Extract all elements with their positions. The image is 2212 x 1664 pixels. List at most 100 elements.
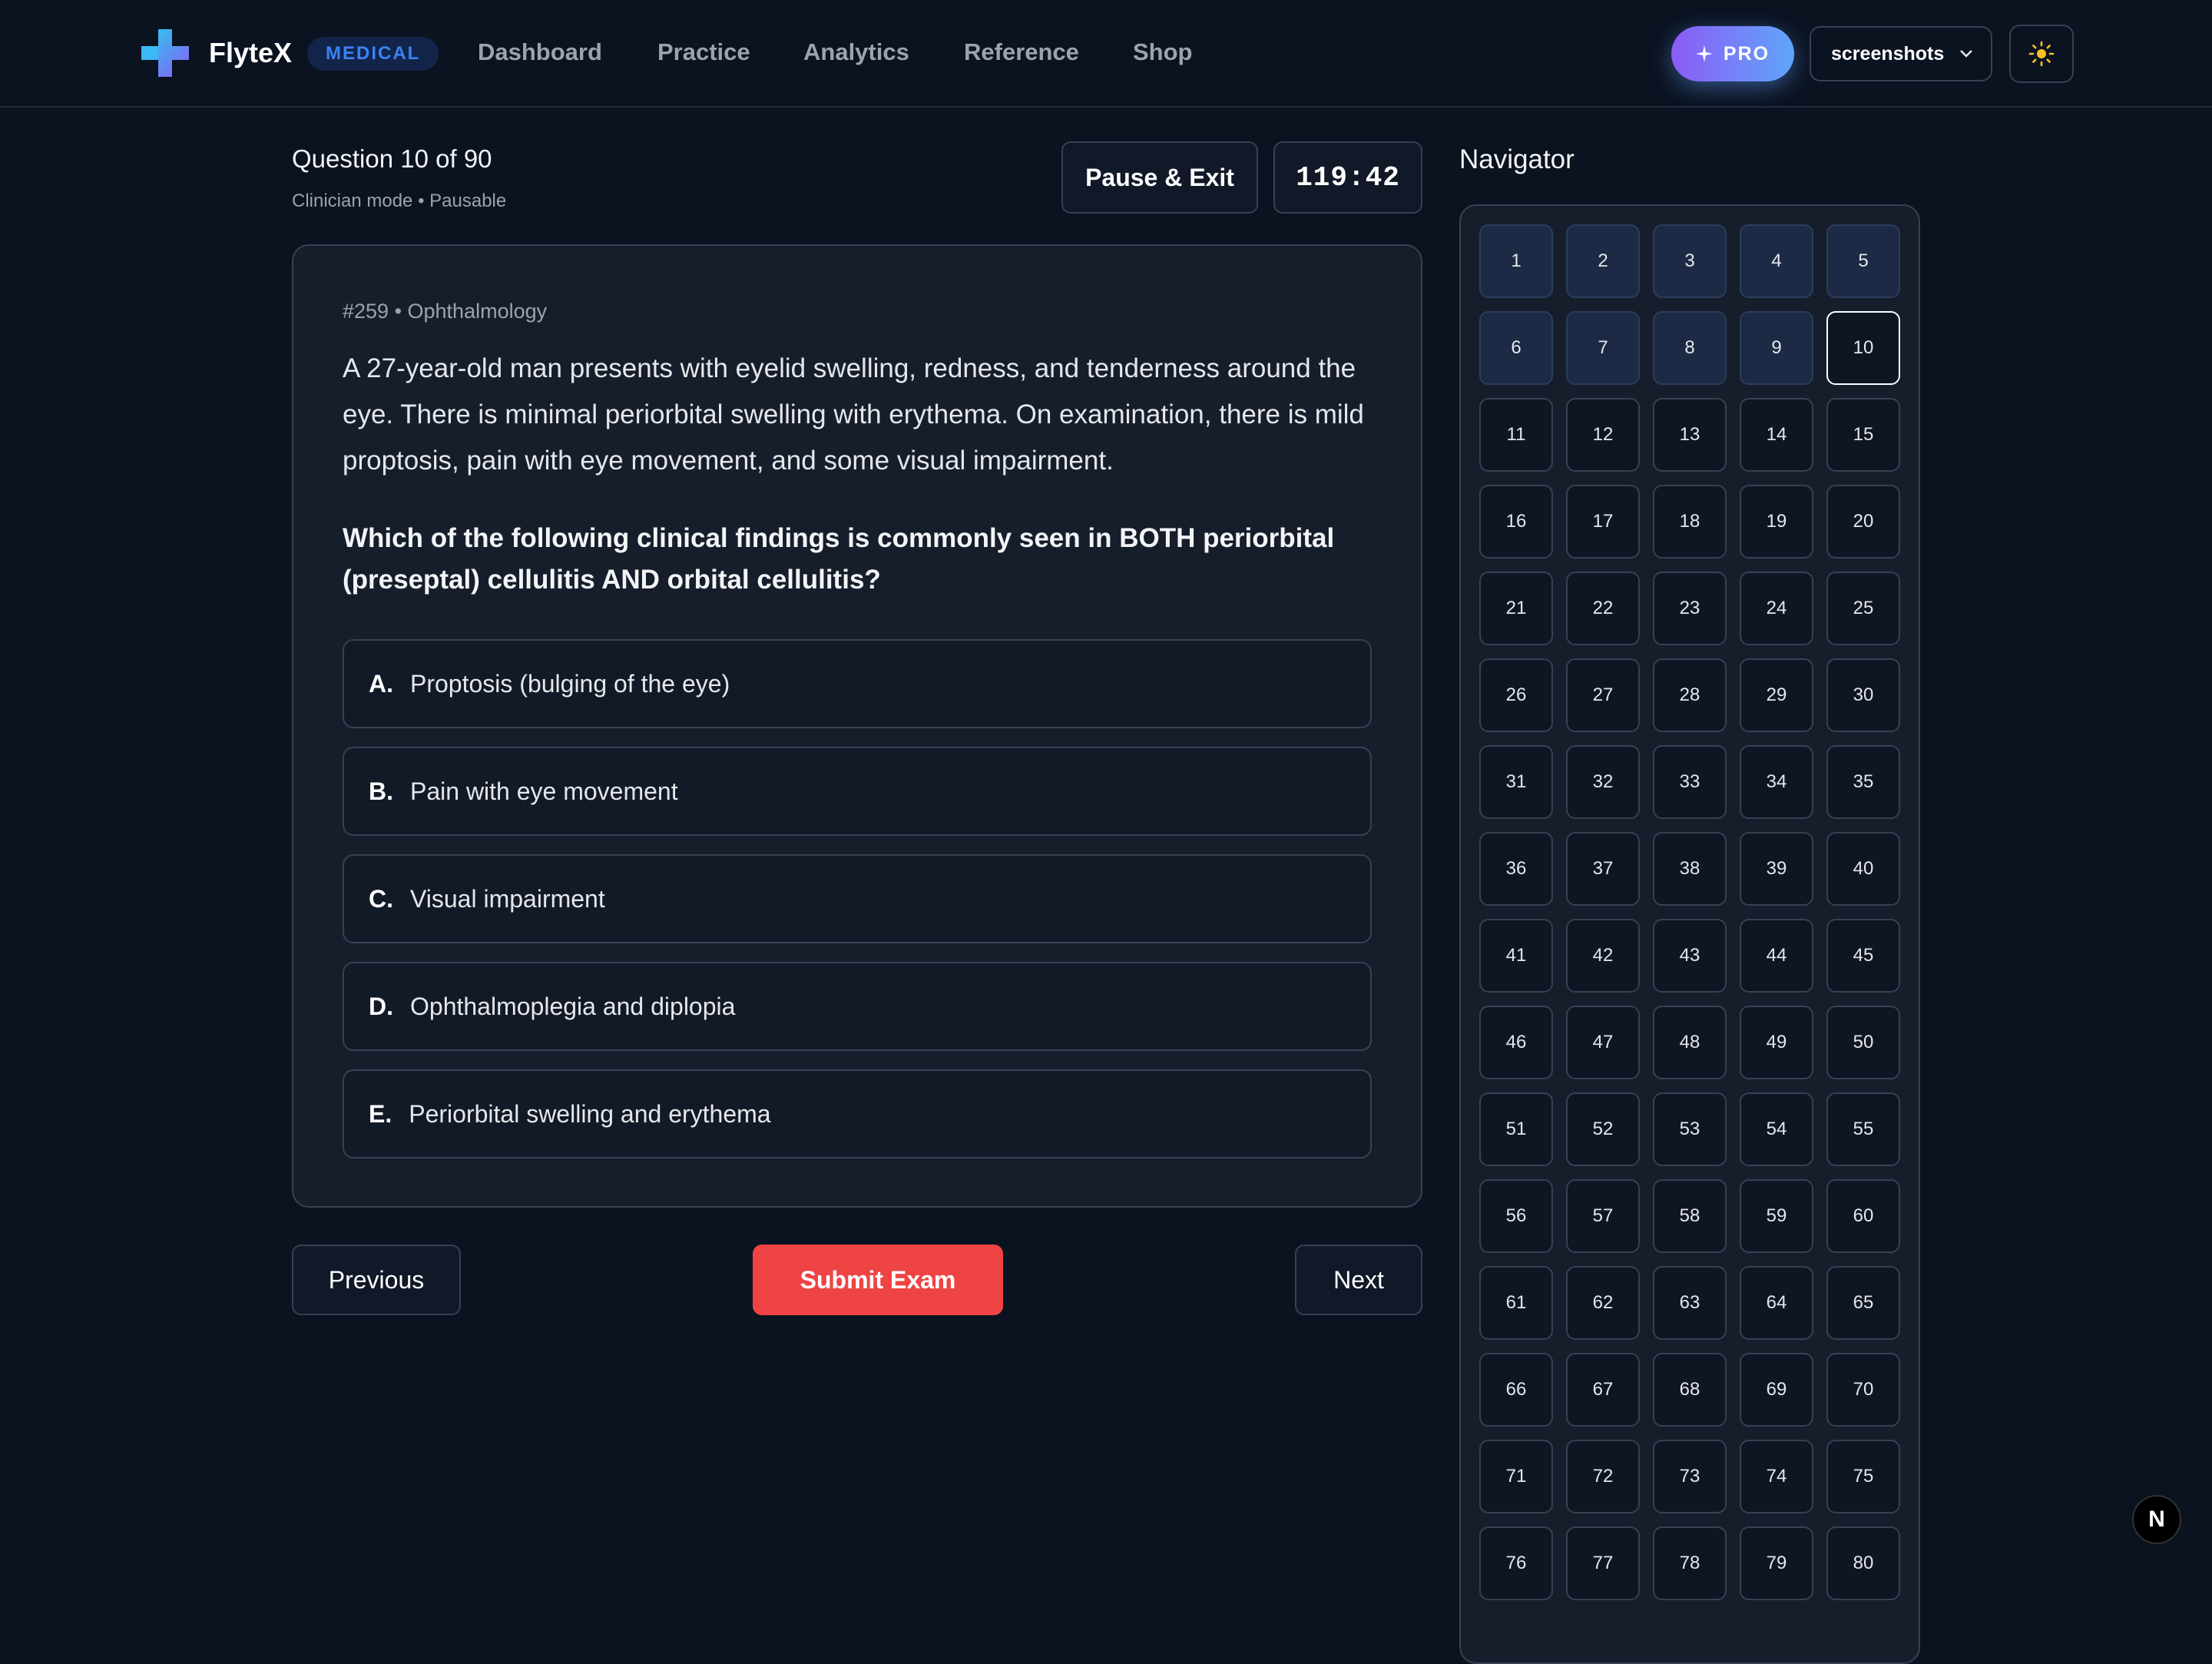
navigator-cell[interactable]: 41 (1479, 919, 1553, 993)
navigator-cell[interactable]: 20 (1826, 485, 1900, 559)
navigator-cell[interactable]: 3 (1653, 224, 1727, 298)
navigator-cell[interactable]: 51 (1479, 1092, 1553, 1166)
navigator-cell[interactable]: 31 (1479, 745, 1553, 819)
navigator-cell[interactable]: 78 (1653, 1526, 1727, 1600)
pro-button[interactable]: PRO (1671, 26, 1794, 81)
navigator-cell[interactable]: 65 (1826, 1266, 1900, 1340)
previous-button[interactable]: Previous (292, 1245, 461, 1315)
navigator-cell[interactable]: 44 (1740, 919, 1813, 993)
navigator-cell[interactable]: 29 (1740, 658, 1813, 732)
navigator-cell[interactable]: 25 (1826, 572, 1900, 645)
answer-option-b[interactable]: B. Pain with eye movement (343, 747, 1372, 836)
navigator-cell[interactable]: 17 (1566, 485, 1640, 559)
navigator-cell[interactable]: 72 (1566, 1440, 1640, 1513)
nav-shop[interactable]: Shop (1133, 38, 1193, 66)
navigator-cell[interactable]: 50 (1826, 1006, 1900, 1079)
navigator-cell[interactable]: 52 (1566, 1092, 1640, 1166)
navigator-cell[interactable]: 7 (1566, 311, 1640, 385)
navigator-cell[interactable]: 71 (1479, 1440, 1553, 1513)
navigator-cell[interactable]: 22 (1566, 572, 1640, 645)
navigator-cell[interactable]: 76 (1479, 1526, 1553, 1600)
navigator-cell[interactable]: 39 (1740, 832, 1813, 906)
navigator-cell[interactable]: 66 (1479, 1353, 1553, 1427)
answer-option-e[interactable]: E. Periorbital swelling and erythema (343, 1069, 1372, 1159)
navigator-cell[interactable]: 33 (1653, 745, 1727, 819)
submit-exam-button[interactable]: Submit Exam (753, 1245, 1003, 1315)
answer-option-d[interactable]: D. Ophthalmoplegia and diplopia (343, 962, 1372, 1051)
navigator-cell[interactable]: 46 (1479, 1006, 1553, 1079)
navigator-cell[interactable]: 8 (1653, 311, 1727, 385)
navigator-cell[interactable]: 79 (1740, 1526, 1813, 1600)
navigator-cell[interactable]: 5 (1826, 224, 1900, 298)
navigator-cell[interactable]: 24 (1740, 572, 1813, 645)
navigator-cell[interactable]: 13 (1653, 398, 1727, 472)
navigator-cell[interactable]: 60 (1826, 1179, 1900, 1253)
navigator-cell[interactable]: 4 (1740, 224, 1813, 298)
navigator-cell[interactable]: 63 (1653, 1266, 1727, 1340)
navigator-cell[interactable]: 26 (1479, 658, 1553, 732)
navigator-cell[interactable]: 61 (1479, 1266, 1553, 1340)
navigator-cell[interactable]: 73 (1653, 1440, 1727, 1513)
navigator-cell[interactable]: 9 (1740, 311, 1813, 385)
navigator-cell[interactable]: 1 (1479, 224, 1553, 298)
pause-exit-button[interactable]: Pause & Exit (1061, 141, 1258, 214)
navigator-cell[interactable]: 70 (1826, 1353, 1900, 1427)
nav-reference[interactable]: Reference (964, 38, 1079, 66)
navigator-cell[interactable]: 67 (1566, 1353, 1640, 1427)
answer-option-a[interactable]: A. Proptosis (bulging of the eye) (343, 639, 1372, 728)
navigator-cell[interactable]: 27 (1566, 658, 1640, 732)
navigator-cell[interactable]: 62 (1566, 1266, 1640, 1340)
navigator-cell[interactable]: 47 (1566, 1006, 1640, 1079)
navigator-cell[interactable]: 12 (1566, 398, 1640, 472)
navigator-cell[interactable]: 10 (1826, 311, 1900, 385)
navigator-cell[interactable]: 54 (1740, 1092, 1813, 1166)
nav-practice[interactable]: Practice (657, 38, 750, 66)
navigator-cell[interactable]: 38 (1653, 832, 1727, 906)
navigator-cell[interactable]: 35 (1826, 745, 1900, 819)
nav-analytics[interactable]: Analytics (803, 38, 909, 66)
navigator-cell[interactable]: 75 (1826, 1440, 1900, 1513)
navigator-cell[interactable]: 59 (1740, 1179, 1813, 1253)
navigator-cell[interactable]: 64 (1740, 1266, 1813, 1340)
navigator-cell[interactable]: 45 (1826, 919, 1900, 993)
user-menu-button[interactable]: screenshots (1810, 26, 1992, 81)
navigator-cell[interactable]: 19 (1740, 485, 1813, 559)
navigator-cell[interactable]: 58 (1653, 1179, 1727, 1253)
navigator-cell[interactable]: 77 (1566, 1526, 1640, 1600)
navigator-cell[interactable]: 37 (1566, 832, 1640, 906)
navigator-cell[interactable]: 2 (1566, 224, 1640, 298)
navigator-cell[interactable]: 42 (1566, 919, 1640, 993)
navigator-cell[interactable]: 69 (1740, 1353, 1813, 1427)
medical-cross-logo-icon[interactable] (141, 29, 189, 77)
navigator-cell[interactable]: 21 (1479, 572, 1553, 645)
navigator-cell[interactable]: 68 (1653, 1353, 1727, 1427)
navigator-cell[interactable]: 16 (1479, 485, 1553, 559)
navigator-cell[interactable]: 56 (1479, 1179, 1553, 1253)
navigator-cell[interactable]: 43 (1653, 919, 1727, 993)
navigator-cell[interactable]: 28 (1653, 658, 1727, 732)
answer-option-c[interactable]: C. Visual impairment (343, 854, 1372, 943)
navigator-cell[interactable]: 11 (1479, 398, 1553, 472)
navigator-cell[interactable]: 36 (1479, 832, 1553, 906)
navigator-cell[interactable]: 57 (1566, 1179, 1640, 1253)
brand-name[interactable]: FlyteX (209, 37, 292, 69)
navigator-cell[interactable]: 40 (1826, 832, 1900, 906)
navigator-cell[interactable]: 80 (1826, 1526, 1900, 1600)
navigator-cell[interactable]: 55 (1826, 1092, 1900, 1166)
navigator-cell[interactable]: 74 (1740, 1440, 1813, 1513)
navigator-cell[interactable]: 49 (1740, 1006, 1813, 1079)
navigator-cell[interactable]: 32 (1566, 745, 1640, 819)
navigator-cell[interactable]: 14 (1740, 398, 1813, 472)
navigator-cell[interactable]: 30 (1826, 658, 1900, 732)
navigator-cell[interactable]: 23 (1653, 572, 1727, 645)
navigator-cell[interactable]: 48 (1653, 1006, 1727, 1079)
next-button[interactable]: Next (1295, 1245, 1422, 1315)
next-dev-indicator[interactable]: N (2132, 1495, 2181, 1544)
navigator-cell[interactable]: 18 (1653, 485, 1727, 559)
navigator-cell[interactable]: 15 (1826, 398, 1900, 472)
navigator-cell[interactable]: 53 (1653, 1092, 1727, 1166)
navigator-cell[interactable]: 34 (1740, 745, 1813, 819)
navigator-cell[interactable]: 6 (1479, 311, 1553, 385)
theme-toggle-button[interactable] (2009, 25, 2074, 83)
nav-dashboard[interactable]: Dashboard (478, 38, 602, 66)
